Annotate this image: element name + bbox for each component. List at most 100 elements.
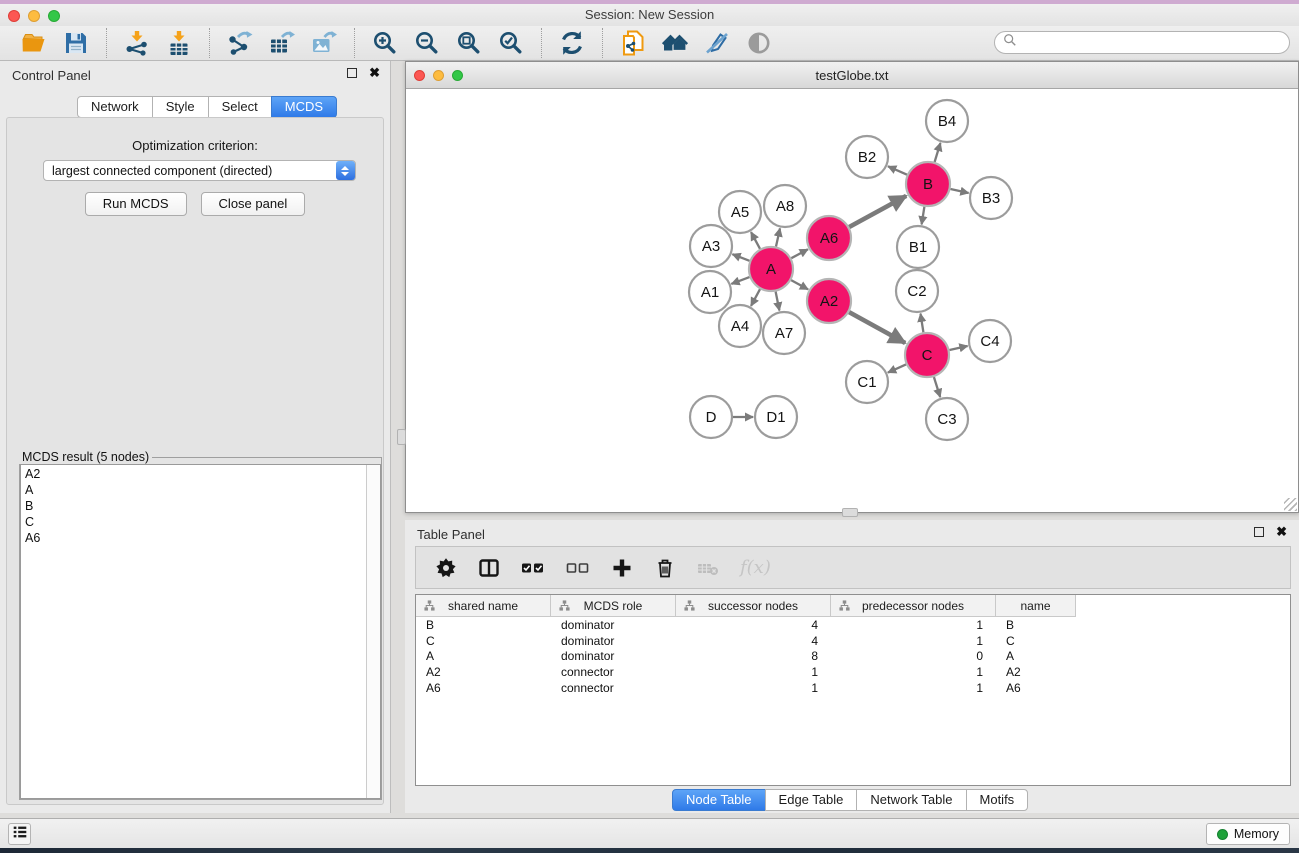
float-panel-icon[interactable] [347,68,357,78]
graph-node-A8[interactable]: A8 [764,185,806,227]
import-table-icon[interactable] [166,30,192,56]
table-tab-node-table[interactable]: Node Table [672,789,766,811]
mcds-result-item[interactable]: A2 [25,466,362,482]
graph-edge-A-A7[interactable] [776,292,780,311]
optimization-criterion-dropdown[interactable]: largest connected component (directed) [43,160,356,181]
show-panels-button[interactable] [8,823,31,845]
network-minimize-button[interactable] [433,70,444,81]
tab-network[interactable]: Network [77,96,153,118]
graph-node-A4[interactable]: A4 [719,305,761,347]
split-columns-icon[interactable] [478,556,500,580]
graph-edge-A-A3[interactable] [732,254,749,261]
horizontal-splitter-handle[interactable] [842,508,858,517]
graph-node-C4[interactable]: C4 [969,320,1011,362]
graph-node-C3[interactable]: C3 [926,398,968,440]
graph-edge-C-C1[interactable] [888,364,906,372]
zoom-fit-icon[interactable] [456,30,482,56]
double-home-icon[interactable] [662,30,688,56]
save-floppy-icon[interactable] [63,30,89,56]
network-zoom-button[interactable] [452,70,463,81]
float-table-panel-icon[interactable] [1254,527,1264,537]
graph-edge-A-A2[interactable] [791,280,808,289]
export-image-icon[interactable] [311,30,337,56]
graph-edge-A6-B[interactable] [849,196,906,227]
graph-node-A[interactable]: A [749,247,793,291]
graph-edge-A-A6[interactable] [791,249,808,258]
zoom-window-button[interactable] [48,10,60,22]
close-panel-button[interactable]: Close panel [201,192,306,216]
graph-node-D1[interactable]: D1 [755,396,797,438]
search-input[interactable] [1021,36,1281,50]
import-network-icon[interactable] [124,30,150,56]
table-row[interactable]: Bdominator41B [416,617,1290,633]
vertical-splitter-handle[interactable] [397,429,406,445]
graph-node-C[interactable]: C [905,333,949,377]
zoom-in-icon[interactable] [372,30,398,56]
add-column-icon[interactable] [611,556,633,580]
graph-edge-C-C3[interactable] [934,377,940,397]
table-row[interactable]: Adominator80A [416,649,1290,665]
graph-edge-B-B1[interactable] [922,207,925,225]
graph-edge-B-B3[interactable] [951,189,969,193]
graph-node-D[interactable]: D [690,396,732,438]
graph-node-A2[interactable]: A2 [807,279,851,323]
mcds-result-item[interactable]: B [25,498,362,514]
mcds-result-item[interactable]: A6 [25,530,362,546]
graph-node-C2[interactable]: C2 [896,270,938,312]
new-network-from-file-icon[interactable] [620,30,646,56]
column-header-predecessor-nodes[interactable]: predecessor nodes [831,595,996,617]
tab-mcds[interactable]: MCDS [271,96,337,118]
column-header-MCDS-role[interactable]: MCDS role [551,595,676,617]
graph-edge-A2-C[interactable] [849,312,905,343]
eye-icon[interactable] [746,30,772,56]
column-header-successor-nodes[interactable]: successor nodes [676,595,831,617]
column-header-shared-name[interactable]: shared name [416,595,551,617]
memory-button[interactable]: Memory [1206,823,1290,845]
window-resize-grip[interactable] [1284,498,1297,511]
graph-node-C1[interactable]: C1 [846,361,888,403]
graph-node-A7[interactable]: A7 [763,312,805,354]
table-tab-network-table[interactable]: Network Table [856,789,966,811]
graph-node-B1[interactable]: B1 [897,226,939,268]
graph-edge-A-A4[interactable] [751,289,760,306]
table-row[interactable]: A2connector11A2 [416,664,1290,680]
graph-node-A5[interactable]: A5 [719,191,761,233]
table-tab-edge-table[interactable]: Edge Table [765,789,858,811]
graph-node-A3[interactable]: A3 [690,225,732,267]
graph-edge-A-A1[interactable] [731,277,749,284]
table-row[interactable]: A6connector11A6 [416,680,1290,696]
zoom-selected-icon[interactable] [498,30,524,56]
gear-icon[interactable] [435,556,457,580]
search-field[interactable] [994,31,1290,54]
tab-style[interactable]: Style [152,96,209,118]
graph-node-B2[interactable]: B2 [846,136,888,178]
refresh-icon[interactable] [559,30,585,56]
graph-edge-C-C2[interactable] [921,314,924,333]
minimize-window-button[interactable] [28,10,40,22]
graph-node-A6[interactable]: A6 [807,216,851,260]
network-close-button[interactable] [414,70,425,81]
delete-column-icon[interactable] [654,556,676,580]
graph-node-B3[interactable]: B3 [970,177,1012,219]
hide-annotations-icon[interactable] [704,30,730,56]
table-tab-motifs[interactable]: Motifs [966,789,1029,811]
mcds-result-item[interactable]: C [25,514,362,530]
graph-node-B[interactable]: B [906,162,950,206]
run-mcds-button[interactable]: Run MCDS [85,192,187,216]
close-panel-icon[interactable]: ✖ [369,68,380,78]
export-network-icon[interactable] [227,30,253,56]
network-canvas[interactable]: B4 B2 B B3 A5A8A6 B1 A3 A C2 A1 A2 A4A7 C4 C C1 C3 D D1 [406,90,1298,512]
close-window-button[interactable] [8,10,20,22]
graph-edge-A-A5[interactable] [751,232,760,249]
close-table-panel-icon[interactable]: ✖ [1276,527,1287,537]
graph-edge-C-C4[interactable] [950,346,968,350]
graph-node-B4[interactable]: B4 [926,100,968,142]
graph-node-A1[interactable]: A1 [689,271,731,313]
graph-edge-A-A8[interactable] [776,228,780,246]
deselect-all-checkboxes-icon[interactable] [566,556,590,580]
export-table-icon[interactable] [269,30,295,56]
tab-select[interactable]: Select [208,96,272,118]
list-scrollbar[interactable] [366,465,380,798]
graph-edge-B-B4[interactable] [935,143,941,162]
column-header-name[interactable]: name [996,595,1076,617]
